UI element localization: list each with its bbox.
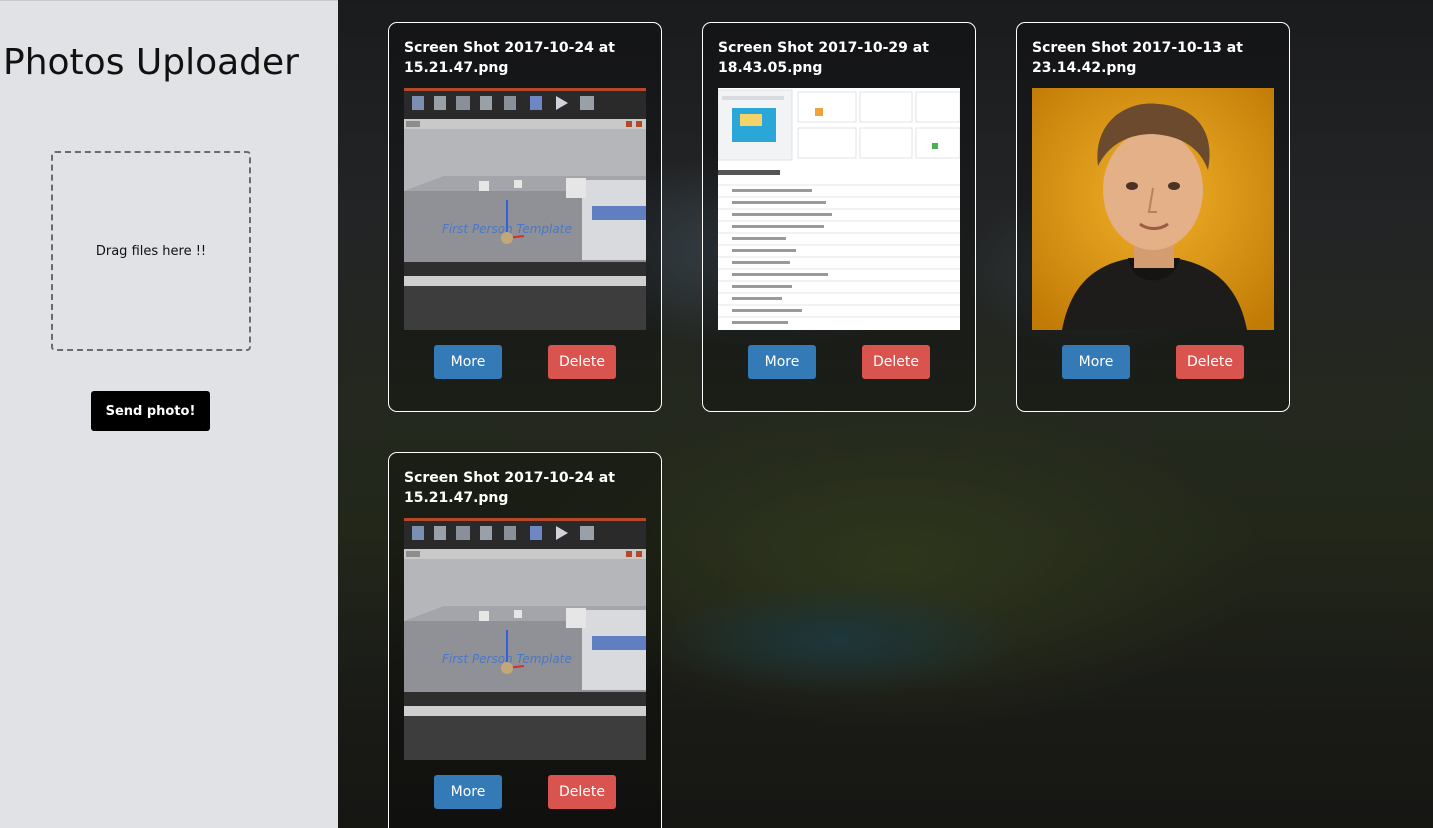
dropzone-label: Drag files here !! bbox=[95, 243, 207, 259]
editor-screenshot-image: First Person Template bbox=[404, 88, 646, 330]
photo-thumbnail[interactable]: First Person Template bbox=[404, 88, 646, 330]
delete-button[interactable]: Delete bbox=[862, 345, 930, 379]
more-button[interactable]: More bbox=[1062, 345, 1130, 379]
photo-thumbnail[interactable] bbox=[718, 88, 960, 330]
photo-card: Screen Shot 2017-10-13 at 23.14.42.png M… bbox=[1016, 22, 1290, 412]
delete-button[interactable]: Delete bbox=[548, 345, 616, 379]
more-button[interactable]: More bbox=[434, 345, 502, 379]
delete-button[interactable]: Delete bbox=[1176, 345, 1244, 379]
app-title: Photos Uploader bbox=[3, 42, 299, 83]
photo-thumbnail[interactable] bbox=[1032, 88, 1274, 330]
delete-button[interactable]: Delete bbox=[548, 775, 616, 809]
photo-thumbnail[interactable]: First Person Template bbox=[404, 518, 646, 760]
file-dropzone[interactable]: Drag files here !! bbox=[51, 151, 251, 351]
performance-report-image bbox=[718, 88, 960, 330]
editor-screenshot-image: First Person Template bbox=[404, 518, 646, 760]
send-photo-button[interactable]: Send photo! bbox=[91, 391, 210, 431]
photo-title: Screen Shot 2017-10-13 at 23.14.42.png bbox=[1032, 40, 1243, 76]
more-button[interactable]: More bbox=[748, 345, 816, 379]
photo-card: Screen Shot 2017-10-24 at 15.21.47.png F… bbox=[388, 452, 662, 828]
photo-title: Screen Shot 2017-10-24 at 15.21.47.png bbox=[404, 470, 615, 506]
more-button[interactable]: More bbox=[434, 775, 502, 809]
portrait-photo-image bbox=[1032, 88, 1274, 330]
photo-title: Screen Shot 2017-10-24 at 15.21.47.png bbox=[404, 40, 615, 76]
photo-gallery: Screen Shot 2017-10-24 at 15.21.47.png F… bbox=[338, 0, 1433, 828]
photo-card: Screen Shot 2017-10-24 at 15.21.47.png F… bbox=[388, 22, 662, 412]
photo-title: Screen Shot 2017-10-29 at 18.43.05.png bbox=[718, 40, 929, 76]
photo-card: Screen Shot 2017-10-29 at 18.43.05.png M… bbox=[702, 22, 976, 412]
sidebar: Photos Uploader Drag files here !! Send … bbox=[0, 0, 338, 828]
